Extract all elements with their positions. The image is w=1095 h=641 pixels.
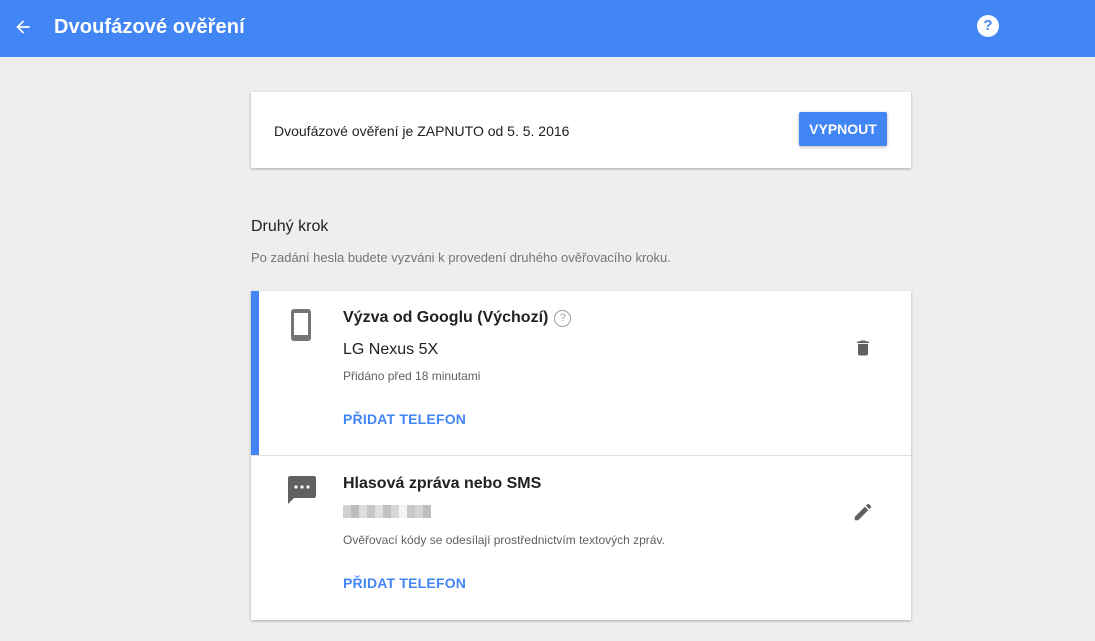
delete-icon[interactable] — [851, 336, 875, 360]
methods-card: Výzva od Googlu (Výchozí)? LG Nexus 5X P… — [251, 291, 911, 620]
status-text: Dvoufázové ověření je ZAPNUTO od 5. 5. 2… — [274, 123, 570, 139]
method-description: Ověřovací kódy se odesílají prostřednict… — [343, 533, 665, 547]
method-title-suffix: ) — [543, 309, 549, 326]
turn-off-button[interactable]: VYPNOUT — [799, 112, 887, 146]
method-title-default: Výchozí — [482, 309, 544, 326]
active-indicator — [251, 291, 259, 455]
second-step-title: Druhý krok — [251, 218, 329, 235]
added-time: Přidáno před 18 minutami — [343, 369, 481, 383]
app-bar: Dvoufázové ověření ? — [0, 0, 1095, 57]
method-title-prefix: Výzva od Googlu ( — [343, 309, 483, 326]
method-title: Hlasová zpráva nebo SMS — [343, 475, 542, 492]
page-title: Dvoufázové ověření — [54, 16, 245, 38]
arrow-back-icon[interactable] — [10, 14, 36, 40]
status-card: Dvoufázové ověření je ZAPNUTO od 5. 5. 2… — [251, 92, 911, 168]
add-phone-link[interactable]: PŘIDAT TELEFON — [343, 575, 466, 591]
blurred-phone-number — [343, 505, 433, 518]
help-icon[interactable]: ? — [977, 15, 999, 37]
method-title: Výzva od Googlu (Výchozí)? — [343, 309, 572, 327]
add-phone-link[interactable]: PŘIDAT TELEFON — [343, 411, 466, 427]
info-icon[interactable]: ? — [554, 310, 572, 327]
second-step-description: Po zadání hesla budete vyzváni k provede… — [251, 250, 671, 265]
edit-icon[interactable] — [851, 500, 875, 524]
method-voice-sms: Hlasová zpráva nebo SMS Ověřovací kódy s… — [251, 456, 911, 620]
smartphone-icon — [285, 307, 317, 348]
device-name: LG Nexus 5X — [343, 341, 439, 358]
method-google-prompt: Výzva od Googlu (Výchozí)? LG Nexus 5X P… — [251, 291, 911, 455]
sms-icon — [285, 474, 317, 511]
